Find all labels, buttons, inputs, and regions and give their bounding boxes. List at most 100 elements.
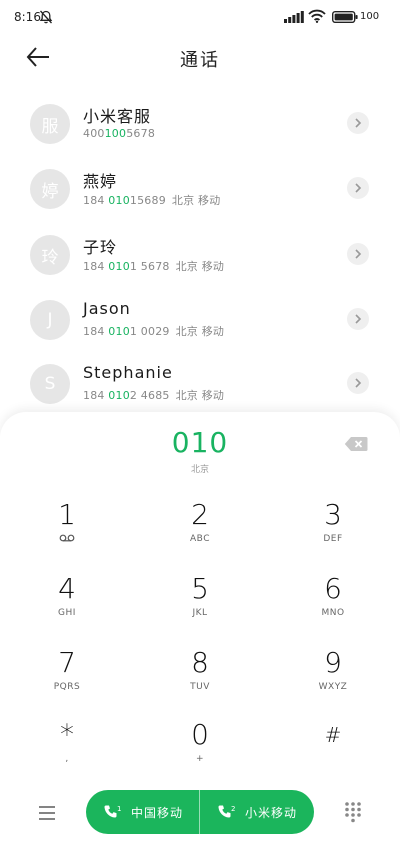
- key-4[interactable]: 4 GHI: [12, 572, 122, 632]
- contact-row[interactable]: 婷 燕婷 184 01015689 北京 移动: [0, 169, 400, 233]
- key-9[interactable]: 9 WXYZ: [278, 646, 388, 706]
- key-letters: MNO: [321, 608, 345, 618]
- phone-sim1-icon: 1: [104, 805, 121, 818]
- number-match: 010: [108, 194, 130, 207]
- backspace-icon[interactable]: [344, 436, 368, 452]
- key-letters: GHI: [58, 608, 76, 618]
- avatar: J: [30, 300, 70, 340]
- dialed-number: 010: [171, 426, 229, 459]
- contact-row[interactable]: 服 小米客服 4001005678: [0, 104, 400, 168]
- contact-detail-button[interactable]: [347, 372, 369, 394]
- call-button-group: 1 中国移动 2 小米移动: [86, 790, 314, 834]
- key-7[interactable]: 7 PQRS: [12, 646, 122, 706]
- contact-detail-button[interactable]: [347, 177, 369, 199]
- contact-detail-button[interactable]: [347, 308, 369, 330]
- key-8[interactable]: 8 TUV: [145, 646, 255, 706]
- key-letters: TUV: [190, 682, 210, 692]
- number-match: 010: [108, 389, 130, 402]
- number-match: 010: [108, 325, 130, 338]
- contact-number: 4001005678: [83, 127, 155, 140]
- contact-name: 子玲: [83, 238, 118, 257]
- contact-row[interactable]: J Jason 184 0101 0029 北京 移动: [0, 299, 400, 364]
- page-title: 通话: [180, 50, 220, 71]
- number-suffix: 2 4685: [129, 389, 170, 402]
- voicemail-icon: [12, 534, 122, 545]
- call-sim2-label: 小米移动: [244, 805, 297, 820]
- sim1-badge: 1: [117, 805, 121, 813]
- key-letters: ABC: [190, 534, 210, 544]
- key-letters: PQRS: [53, 682, 81, 692]
- contact-name: Jason: [83, 299, 131, 318]
- chevron-right-icon: [355, 249, 362, 259]
- sim2-badge: 2: [231, 805, 235, 813]
- key-digit: *: [60, 718, 74, 751]
- key-hash[interactable]: #: [278, 718, 388, 778]
- key-digit: #: [324, 723, 342, 747]
- wifi-icon: [308, 9, 326, 23]
- status-time: 8:16: [14, 10, 41, 24]
- contact-number: 184 0101 5678 北京 移动: [83, 258, 224, 274]
- key-digit: 6: [324, 572, 342, 605]
- chevron-right-icon: [355, 378, 362, 388]
- call-sim1-button[interactable]: 1 中国移动: [86, 790, 200, 834]
- bell-off-icon: [39, 10, 53, 24]
- number-prefix: 184: [83, 260, 109, 273]
- contact-row[interactable]: 玲 子玲 184 0101 5678 北京 移动: [0, 235, 400, 299]
- key-1[interactable]: 1: [12, 498, 122, 558]
- key-6[interactable]: 6 MNO: [278, 572, 388, 632]
- menu-icon[interactable]: [37, 805, 57, 821]
- chevron-right-icon: [355, 183, 362, 193]
- key-digit: 1: [58, 498, 76, 531]
- phone-sim2-icon: 2: [218, 805, 235, 818]
- chevron-right-icon: [355, 118, 362, 128]
- battery-percent: 100: [360, 11, 380, 22]
- contact-detail-button[interactable]: [347, 112, 369, 134]
- dialed-location: 北京: [190, 465, 209, 475]
- signal-icon: [284, 11, 304, 23]
- number-suffix: 15689: [129, 194, 166, 207]
- avatar: 玲: [30, 235, 70, 275]
- key-3[interactable]: 3 DEF: [278, 498, 388, 558]
- number-match: 010: [108, 260, 130, 273]
- status-bar: 8:16 100: [0, 0, 400, 34]
- number-location: 北京 移动: [175, 260, 225, 273]
- contact-number: 184 01015689 北京 移动: [83, 192, 220, 208]
- number-suffix: 1 0029: [129, 325, 170, 338]
- number-match: 100: [104, 127, 127, 140]
- key-letters: DEF: [323, 534, 343, 544]
- contact-number: 184 0101 0029 北京 移动: [83, 323, 224, 339]
- call-sim2-button[interactable]: 2 小米移动: [200, 790, 314, 834]
- chevron-right-icon: [355, 314, 362, 324]
- avatar: 服: [30, 104, 70, 144]
- key-letters: +: [195, 754, 205, 764]
- contact-name: 燕婷: [83, 172, 118, 191]
- key-0[interactable]: 0 +: [145, 718, 255, 778]
- number-suffix: 1 5678: [129, 260, 170, 273]
- number-suffix: 5678: [126, 127, 156, 140]
- key-letters: JKL: [192, 608, 208, 618]
- key-star[interactable]: * ,: [12, 718, 122, 778]
- key-digit: 2: [191, 498, 209, 531]
- contact-detail-button[interactable]: [347, 243, 369, 265]
- contact-name: Stephanie: [83, 363, 173, 382]
- key-digit: 0: [191, 718, 209, 751]
- key-2[interactable]: 2 ABC: [145, 498, 255, 558]
- avatar: S: [30, 364, 70, 404]
- key-digit: 4: [58, 572, 76, 605]
- number-prefix: 184: [83, 389, 109, 402]
- key-digit: 9: [324, 646, 342, 679]
- key-digit: 7: [58, 646, 76, 679]
- header: 通话: [0, 34, 400, 82]
- key-digit: 8: [191, 646, 209, 679]
- number-prefix: 184: [83, 325, 109, 338]
- key-5[interactable]: 5 JKL: [145, 572, 255, 632]
- battery-icon: [332, 11, 358, 23]
- number-location: 北京 移动: [171, 194, 221, 207]
- key-digit: 3: [324, 498, 342, 531]
- number-prefix: 184: [83, 194, 109, 207]
- key-letters: WXYZ: [318, 682, 348, 692]
- key-digit: 5: [191, 572, 209, 605]
- keypad-grid-icon[interactable]: [344, 801, 362, 823]
- number-prefix: 400: [83, 127, 105, 140]
- number-location: 北京 移动: [175, 325, 225, 338]
